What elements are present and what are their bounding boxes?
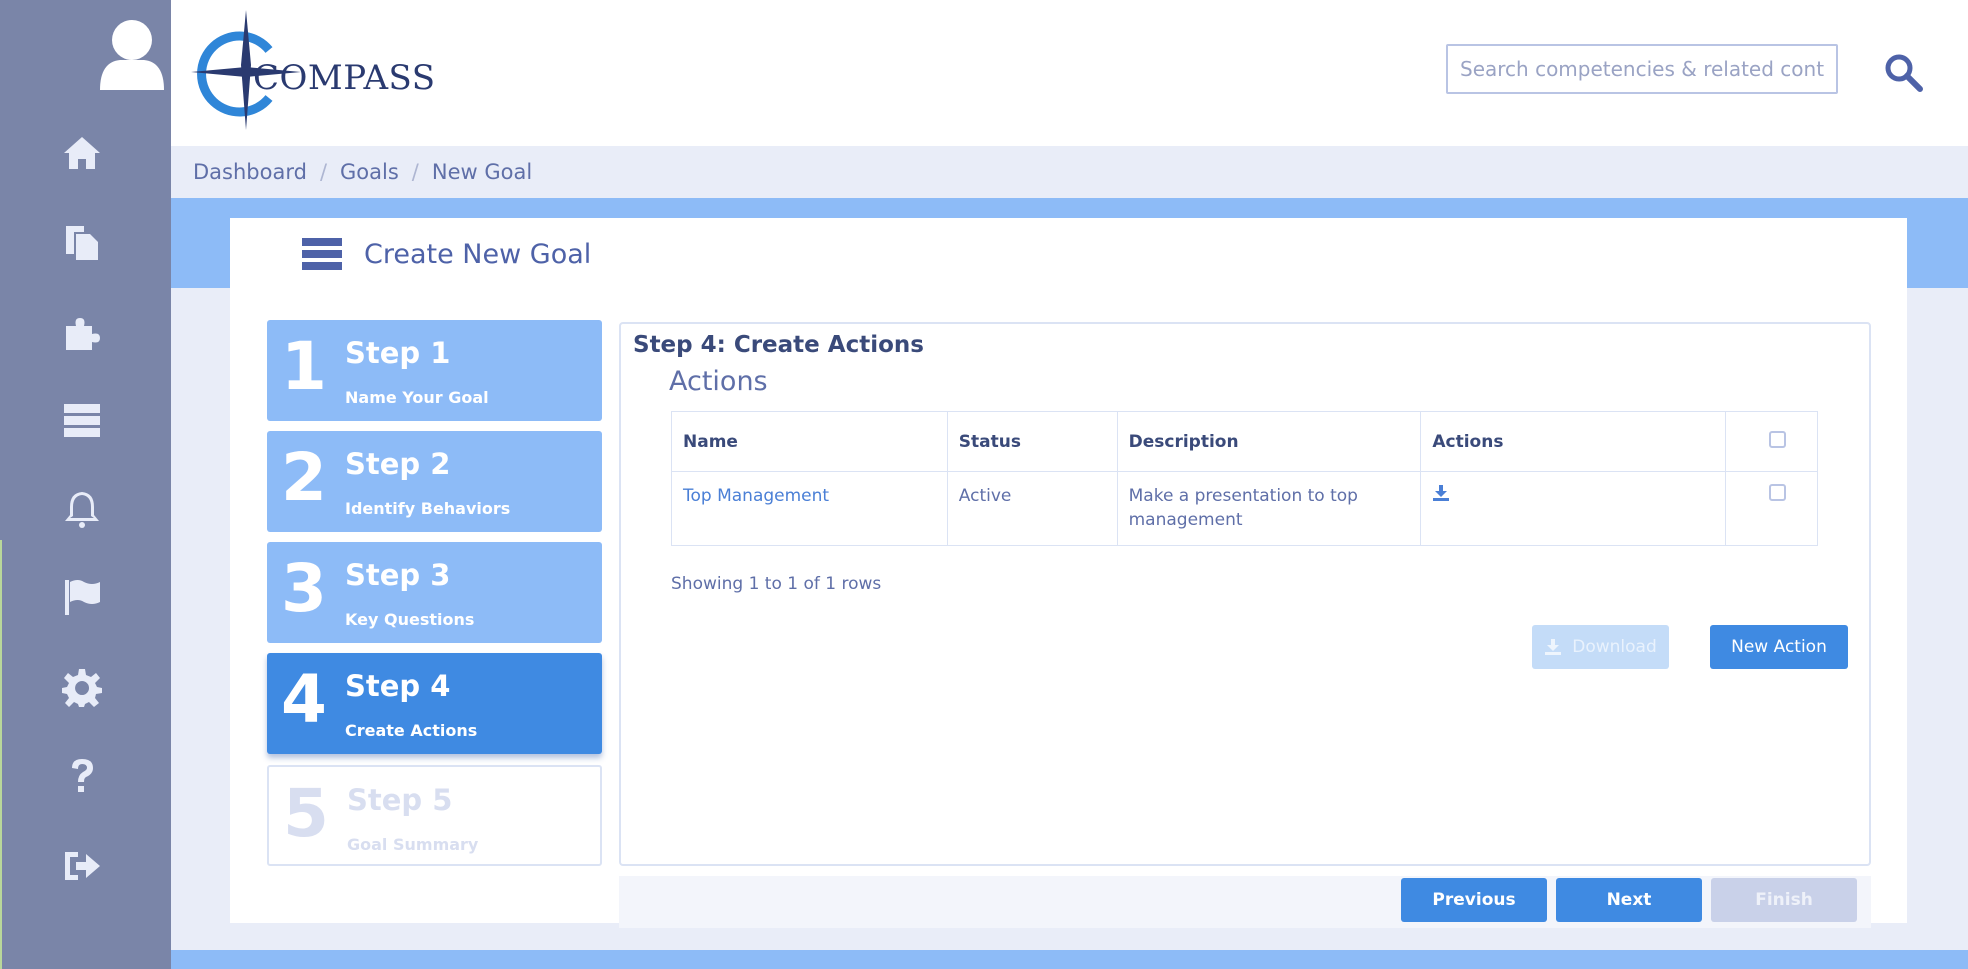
step-number: 5 (283, 775, 329, 852)
select-all-checkbox[interactable] (1769, 430, 1786, 448)
header: COMPASS (171, 0, 1968, 146)
step-subtitle: Name Your Goal (345, 388, 489, 407)
pagination-info: Showing 1 to 1 of 1 rows (671, 574, 882, 594)
compass-logo[interactable]: COMPASS (191, 10, 435, 130)
cell-select (1725, 471, 1818, 546)
step-number: 2 (281, 439, 327, 516)
new-action-button[interactable]: New Action (1710, 625, 1848, 669)
table-header-row: Name Status Description Actions (671, 411, 1818, 472)
column-header-name[interactable]: Name (671, 411, 948, 472)
breadcrumb-current: New Goal (431, 160, 533, 184)
step-title: Step 3 (345, 558, 451, 592)
column-header-description[interactable]: Description (1116, 411, 1422, 472)
actions-card (619, 322, 1871, 866)
flag-icon[interactable] (60, 575, 104, 619)
cell-description: Make a presentation to top management (1116, 471, 1422, 546)
column-header-actions: Actions (1420, 411, 1726, 472)
server-icon (302, 238, 342, 270)
download-button-label: Download (1572, 637, 1657, 657)
step-subtitle: Create Actions (345, 721, 478, 740)
step-title: Step 5 (347, 783, 453, 817)
column-header-status[interactable]: Status (946, 411, 1118, 472)
next-button[interactable]: Next (1556, 878, 1702, 922)
step-number: 1 (281, 328, 327, 405)
panel-tab: Create New Goal (230, 218, 643, 290)
step-2[interactable]: 2 Step 2 Identify Behaviors (267, 431, 602, 532)
download-icon[interactable] (1432, 484, 1450, 502)
sidebar (0, 0, 171, 969)
left-edge-accent (0, 540, 2, 969)
download-button[interactable]: Download (1532, 625, 1669, 669)
question-icon[interactable] (60, 754, 104, 798)
cell-name: Top Management (671, 471, 948, 546)
row-checkbox[interactable] (1769, 484, 1786, 501)
step-title: Step 4 (345, 669, 451, 703)
server-icon[interactable] (60, 398, 104, 442)
user-icon[interactable] (98, 18, 166, 94)
documents-icon[interactable] (60, 220, 104, 264)
card-subtitle: Actions (669, 366, 768, 397)
puzzle-icon[interactable] (60, 310, 104, 354)
step-subtitle: Goal Summary (347, 835, 479, 854)
actions-table: Name Status Description Actions Top Mana… (671, 411, 1818, 546)
column-header-select (1725, 411, 1818, 472)
step-title: Step 1 (345, 336, 451, 370)
card-title: Step 4: Create Actions (633, 332, 924, 358)
action-name-link[interactable]: Top Management (683, 486, 829, 506)
footer-band (171, 950, 1968, 969)
page-title: Create New Goal (364, 238, 592, 270)
finish-button: Finish (1711, 878, 1857, 922)
download-icon (1545, 639, 1562, 655)
step-title: Step 2 (345, 447, 451, 481)
breadcrumb: Dashboard / Goals / New Goal (193, 156, 532, 188)
step-4[interactable]: 4 Step 4 Create Actions (267, 653, 602, 754)
step-subtitle: Identify Behaviors (345, 499, 511, 518)
home-icon[interactable] (60, 131, 104, 175)
cell-actions (1420, 471, 1726, 546)
step-5: 5 Step 5 Goal Summary (267, 765, 602, 866)
cell-status: Active (946, 471, 1118, 546)
breadcrumb-separator: / (411, 160, 419, 184)
table-row: Top Management Active Make a presentatio… (671, 471, 1818, 546)
sign-out-icon[interactable] (60, 844, 104, 888)
breadcrumb-separator: / (319, 160, 328, 184)
previous-button[interactable]: Previous (1401, 878, 1547, 922)
step-number: 3 (281, 550, 327, 627)
breadcrumb-goals[interactable]: Goals (340, 160, 399, 184)
step-1[interactable]: 1 Step 1 Name Your Goal (267, 320, 602, 421)
breadcrumb-dashboard[interactable]: Dashboard (193, 160, 307, 184)
search-input[interactable] (1446, 44, 1838, 94)
logo-text: COMPASS (253, 58, 436, 98)
search-icon[interactable] (1883, 52, 1923, 92)
bell-icon[interactable] (60, 487, 104, 531)
step-subtitle: Key Questions (345, 610, 475, 629)
gear-icon[interactable] (60, 665, 104, 709)
step-number: 4 (281, 661, 327, 738)
step-3[interactable]: 3 Step 3 Key Questions (267, 542, 602, 643)
